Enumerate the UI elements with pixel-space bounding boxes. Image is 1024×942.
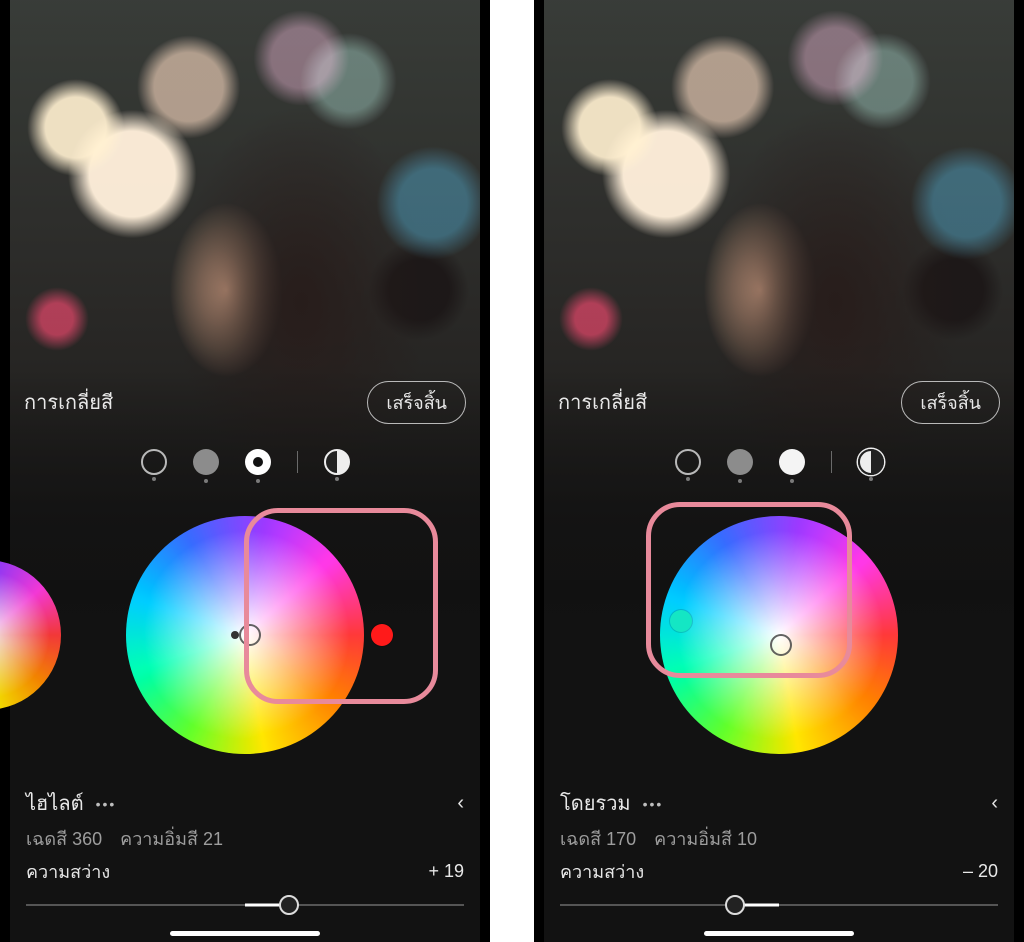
luminance-label: ความสว่าง [560, 857, 644, 886]
phone-right: การเกลี่ยสี เสร็จสิ้น โดยรวม ‹ เฉดสี 17 [534, 0, 1024, 942]
more-options-icon[interactable] [96, 792, 117, 815]
tab-divider [831, 451, 832, 473]
sat-value: 10 [737, 829, 757, 849]
picker-handle[interactable] [770, 634, 792, 656]
section-header[interactable]: โดยรวม [560, 787, 663, 819]
luminance-value: – 20 [963, 861, 998, 882]
collapse-chevron-icon[interactable]: ‹ [991, 792, 998, 815]
luminance-slider[interactable] [26, 890, 464, 920]
sat-label: ความอิ่มสี [120, 829, 198, 849]
sat-label: ความอิ่มสี [654, 829, 732, 849]
sat-value: 21 [203, 829, 223, 849]
section-name-label: ไฮไลต์ [26, 787, 84, 819]
hue-label: เฉดสี [26, 829, 67, 849]
hue-sat-readout: เฉดสี 360 ความอิ่มสี 21 [16, 822, 474, 857]
done-button[interactable]: เสร็จสิ้น [367, 381, 466, 424]
tab-shadows-icon[interactable] [141, 449, 167, 475]
selected-color-dot[interactable] [371, 624, 393, 646]
luminance-value: + 19 [428, 861, 464, 882]
tab-highlights-icon[interactable] [779, 449, 805, 475]
color-wheel[interactable] [660, 516, 898, 754]
color-wheel-area [550, 490, 1008, 780]
hue-value: 170 [606, 829, 636, 849]
home-indicator[interactable] [170, 931, 320, 936]
tab-highlights-icon[interactable] [245, 449, 271, 475]
edit-panel: การเกลี่ยสี เสร็จสิ้น ไฮไลต์ ‹ [10, 370, 480, 942]
hue-sat-readout: เฉดสี 170 ความอิ่มสี 10 [550, 822, 1008, 857]
phone-left: การเกลี่ยสี เสร็จสิ้น ไฮไลต์ ‹ [0, 0, 490, 942]
tab-midtones-icon[interactable] [193, 449, 219, 475]
done-button[interactable]: เสร็จสิ้น [901, 381, 1000, 424]
tab-global-icon[interactable] [858, 449, 884, 475]
color-wheel[interactable] [126, 516, 364, 754]
tone-tabs [16, 434, 474, 490]
tone-tabs [550, 434, 1008, 490]
more-options-icon[interactable] [643, 792, 664, 815]
hue-label: เฉดสี [560, 829, 601, 849]
section-header[interactable]: ไฮไลต์ [26, 787, 116, 819]
panel-title: การเกลี่ยสี [24, 386, 113, 418]
slider-track [560, 904, 998, 906]
slider-knob[interactable] [725, 895, 745, 915]
color-wheel-area [16, 490, 474, 780]
selected-color-dot[interactable] [670, 610, 692, 632]
home-indicator[interactable] [704, 931, 854, 936]
adjacent-wheel-peek [0, 560, 61, 710]
tab-shadows-icon[interactable] [675, 449, 701, 475]
luminance-label: ความสว่าง [26, 857, 110, 886]
hue-value: 360 [72, 829, 102, 849]
tab-midtones-icon[interactable] [727, 449, 753, 475]
slider-knob[interactable] [279, 895, 299, 915]
section-name-label: โดยรวม [560, 787, 631, 819]
panel-title: การเกลี่ยสี [558, 386, 647, 418]
tab-global-icon[interactable] [324, 449, 350, 475]
picker-handle[interactable] [239, 624, 261, 646]
tab-divider [297, 451, 298, 473]
edit-panel: การเกลี่ยสี เสร็จสิ้น โดยรวม ‹ เฉดสี 17 [544, 370, 1014, 942]
collapse-chevron-icon[interactable]: ‹ [457, 792, 464, 815]
luminance-slider[interactable] [560, 890, 998, 920]
